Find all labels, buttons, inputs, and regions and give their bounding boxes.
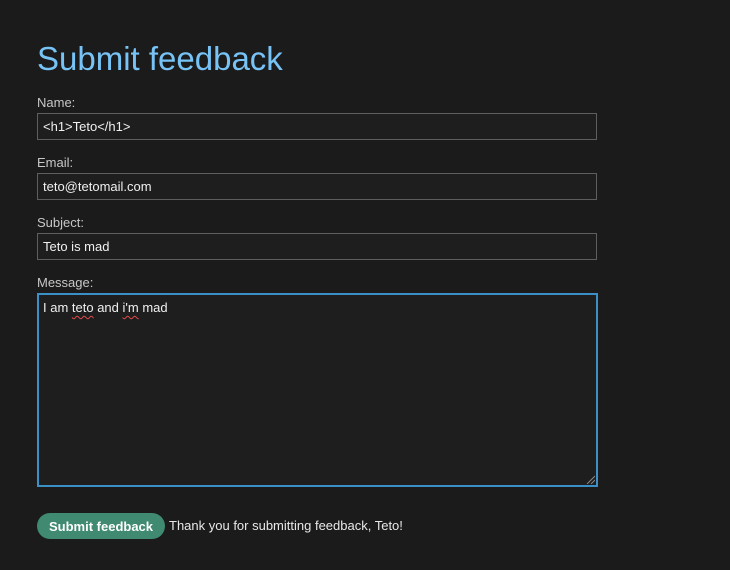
feedback-page: Submit feedback Name: Email: Subject: Me…	[0, 0, 730, 570]
resize-grip-icon[interactable]	[585, 474, 595, 484]
confirmation-message: Thank you for submitting feedback, Teto!	[169, 518, 403, 533]
email-label: Email:	[37, 155, 74, 170]
page-title: Submit feedback	[37, 40, 283, 77]
submit-feedback-button[interactable]: Submit feedback	[37, 513, 165, 539]
message-text-part: and	[93, 300, 123, 315]
name-field[interactable]	[37, 113, 597, 140]
misspelled-word: teto	[71, 300, 94, 315]
message-label: Message:	[37, 275, 94, 290]
subject-field[interactable]	[37, 233, 597, 260]
name-label: Name:	[37, 95, 76, 110]
message-textarea[interactable]: I am teto and i'm mad	[37, 293, 598, 487]
email-field[interactable]	[37, 173, 597, 200]
message-text-part: I am	[43, 300, 72, 315]
misspelled-word: i'm	[122, 300, 139, 315]
subject-label: Subject:	[37, 215, 84, 230]
message-text-part: mad	[138, 300, 168, 315]
